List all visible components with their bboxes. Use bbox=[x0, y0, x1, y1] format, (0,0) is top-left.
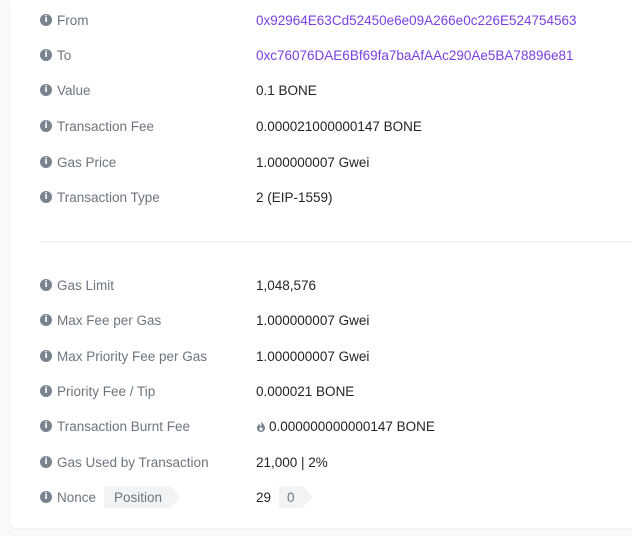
transaction-details-card: i From 0x92964E63Cd52450e6e09A266e0c226E5… bbox=[10, 0, 632, 528]
from-row: i From 0x92964E63Cd52450e6e09A266e0c226E5… bbox=[40, 9, 632, 31]
transaction-fee-value: 0.000021000000147 BONE bbox=[256, 118, 422, 134]
priority-fee-value: 0.000021 BONE bbox=[256, 383, 355, 399]
info-icon[interactable]: i bbox=[40, 120, 52, 132]
to-label: To bbox=[57, 47, 72, 63]
to-address-link[interactable]: 0xc76076DAE6Bf69fa7baAfAAc290Ae5BA78896e… bbox=[256, 48, 574, 63]
value-amount: 0.1 BONE bbox=[256, 82, 317, 98]
info-icon[interactable]: i bbox=[40, 491, 52, 503]
max-fee-value: 1.000000007 Gwei bbox=[256, 312, 370, 328]
max-fee-label: Max Fee per Gas bbox=[57, 312, 162, 328]
gas-price-label: Gas Price bbox=[57, 154, 117, 170]
gas-used-row: i Gas Used by Transaction 21,000 | 2% bbox=[40, 451, 632, 473]
transaction-fee-label: Transaction Fee bbox=[57, 118, 155, 134]
info-icon[interactable]: i bbox=[40, 156, 52, 168]
max-priority-fee-row: i Max Priority Fee per Gas 1.000000007 Gw… bbox=[40, 345, 632, 367]
info-icon[interactable]: i bbox=[40, 350, 52, 362]
gas-price-row: i Gas Price 1.000000007 Gwei bbox=[40, 151, 632, 173]
transaction-type-label: Transaction Type bbox=[57, 189, 160, 205]
priority-fee-label: Priority Fee / Tip bbox=[57, 383, 156, 399]
info-icon[interactable]: i bbox=[40, 420, 52, 432]
gas-limit-row: i Gas Limit 1,048,576 bbox=[40, 274, 632, 296]
info-icon[interactable]: i bbox=[40, 49, 52, 61]
info-icon[interactable]: i bbox=[40, 385, 52, 397]
burnt-fee-value: 0.000000000000147 BONE bbox=[269, 418, 435, 434]
position-tag: Position bbox=[104, 486, 180, 508]
gas-limit-value: 1,048,576 bbox=[256, 277, 317, 293]
transaction-type-row: i Transaction Type 2 (EIP-1559) bbox=[40, 186, 632, 208]
info-icon[interactable]: i bbox=[40, 456, 52, 468]
burnt-fee-row: i Transaction Burnt Fee 0.000000000000147… bbox=[40, 415, 632, 437]
priority-fee-row: i Priority Fee / Tip 0.000021 BONE bbox=[40, 380, 632, 402]
gas-price-value: 1.000000007 Gwei bbox=[256, 154, 370, 170]
to-row: i To 0xc76076DAE6Bf69fa7baAfAAc290Ae5BA78… bbox=[40, 44, 632, 66]
max-fee-row: i Max Fee per Gas 1.000000007 Gwei bbox=[40, 309, 632, 331]
info-icon[interactable]: i bbox=[40, 84, 52, 96]
value-row: i Value 0.1 BONE bbox=[40, 79, 632, 101]
max-priority-fee-value: 1.000000007 Gwei bbox=[256, 348, 370, 364]
nonce-row: i Nonce Position 29 0 bbox=[40, 486, 632, 508]
info-icon[interactable]: i bbox=[40, 14, 52, 26]
burnt-fee-label: Transaction Burnt Fee bbox=[57, 418, 191, 434]
burnt-fee-value-wrap: 0.000000000000147 BONE bbox=[256, 419, 435, 434]
nonce-value: 29 bbox=[256, 489, 272, 505]
from-label: From bbox=[57, 12, 89, 28]
info-icon[interactable]: i bbox=[40, 279, 52, 291]
max-priority-fee-label: Max Priority Fee per Gas bbox=[57, 348, 208, 364]
flame-icon bbox=[257, 420, 265, 432]
gas-used-value: 21,000 | 2% bbox=[256, 454, 328, 470]
info-icon[interactable]: i bbox=[40, 314, 52, 326]
nonce-label: Nonce bbox=[57, 489, 97, 505]
from-address-link[interactable]: 0x92964E63Cd52450e6e09A266e0c226E5247545… bbox=[256, 13, 577, 28]
position-value: 0 bbox=[279, 486, 313, 508]
info-icon[interactable]: i bbox=[40, 191, 52, 203]
gas-used-label: Gas Used by Transaction bbox=[57, 454, 209, 470]
value-label: Value bbox=[57, 82, 91, 98]
gas-limit-label: Gas Limit bbox=[57, 277, 115, 293]
transaction-type-value: 2 (EIP-1559) bbox=[256, 189, 333, 205]
section-divider bbox=[40, 241, 632, 242]
transaction-fee-row: i Transaction Fee 0.000021000000147 BONE bbox=[40, 115, 632, 137]
